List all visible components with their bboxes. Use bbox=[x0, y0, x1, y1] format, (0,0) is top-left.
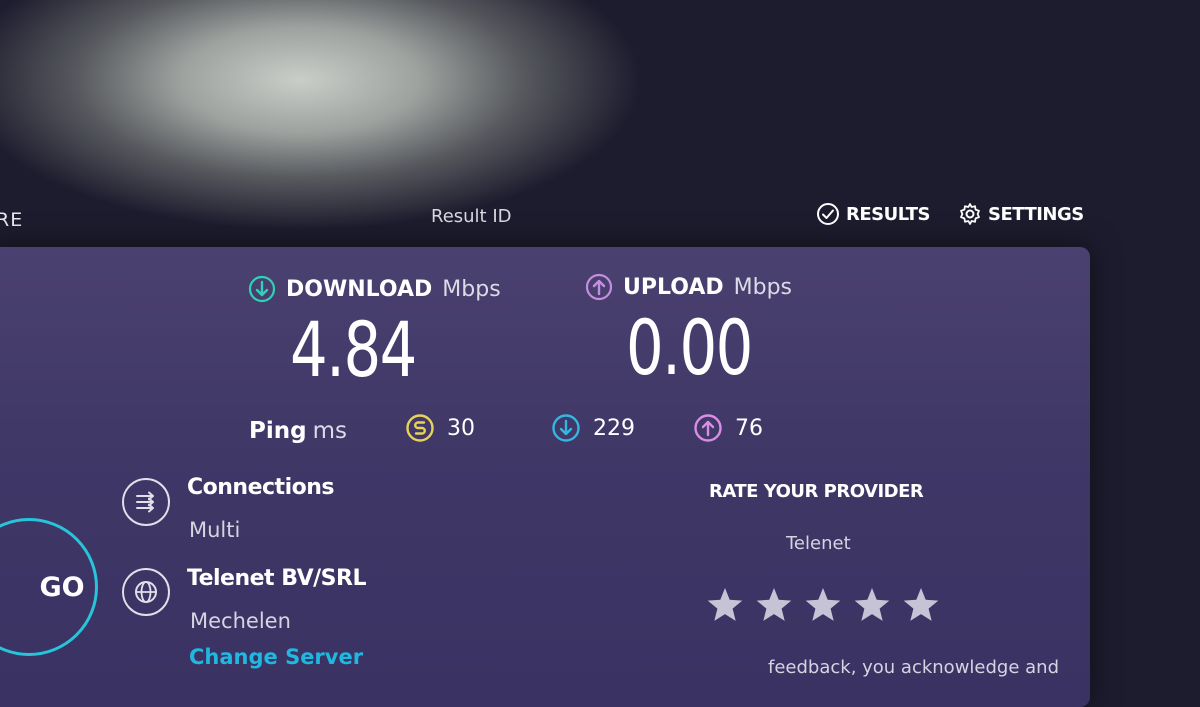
server-location: Mechelen bbox=[190, 609, 291, 633]
settings-label: SETTINGS bbox=[988, 203, 1084, 225]
ping-idle: 30 bbox=[405, 413, 475, 443]
connections-icon[interactable] bbox=[122, 478, 170, 526]
ping-unit: ms bbox=[312, 418, 347, 444]
results-button[interactable]: RESULTS bbox=[816, 202, 930, 226]
change-server-link[interactable]: Change Server bbox=[189, 645, 363, 669]
server-host: Telenet BV/SRL bbox=[187, 566, 366, 591]
rate-provider-name: Telenet bbox=[786, 533, 851, 554]
ping-upload: 76 bbox=[693, 413, 763, 443]
check-circle-icon bbox=[817, 203, 839, 225]
download-label: DOWNLOAD bbox=[286, 276, 433, 302]
upload-header: UPLOAD Mbps bbox=[585, 273, 792, 301]
download-speed-value: 4.84 bbox=[290, 305, 417, 394]
upload-unit: Mbps bbox=[733, 274, 792, 300]
ping-download-value: 229 bbox=[593, 415, 635, 441]
download-unit: Mbps bbox=[442, 276, 501, 302]
connections-value: Multi bbox=[189, 518, 241, 542]
results-label: RESULTS bbox=[846, 203, 930, 225]
star-icon[interactable] bbox=[754, 585, 794, 625]
download-ping-icon bbox=[552, 414, 580, 442]
star-icon[interactable] bbox=[705, 585, 745, 625]
globe-lines-icon bbox=[135, 581, 157, 603]
upload-arrow-icon bbox=[585, 273, 613, 301]
upload-label: UPLOAD bbox=[623, 274, 724, 300]
idle-ping-icon bbox=[406, 414, 434, 442]
ping-label-group: Ping ms bbox=[249, 418, 347, 444]
results-panel bbox=[0, 247, 1090, 707]
top-navigation: RE Result ID RESULTS SETTINGS bbox=[0, 195, 1200, 235]
ping-row: Ping ms 30 229 76 bbox=[0, 410, 900, 450]
rate-provider-title: RATE YOUR PROVIDER bbox=[709, 481, 924, 502]
result-id-label: Result ID bbox=[431, 206, 512, 227]
settings-button[interactable]: SETTINGS bbox=[958, 202, 1084, 226]
ping-upload-value: 76 bbox=[735, 415, 763, 441]
star-rating bbox=[705, 585, 941, 625]
ping-download: 229 bbox=[551, 413, 635, 443]
connections-arrows-icon bbox=[136, 491, 154, 513]
star-icon[interactable] bbox=[852, 585, 892, 625]
ping-idle-value: 30 bbox=[447, 415, 475, 441]
star-icon[interactable] bbox=[803, 585, 843, 625]
globe-icon bbox=[122, 568, 170, 616]
upload-ping-icon bbox=[694, 414, 722, 442]
nav-left-item[interactable]: RE bbox=[0, 209, 23, 231]
download-arrow-icon bbox=[248, 275, 276, 303]
upload-speed-value: 0.00 bbox=[626, 303, 753, 392]
download-header: DOWNLOAD Mbps bbox=[248, 275, 501, 303]
gear-icon bbox=[960, 203, 980, 225]
connections-title: Connections bbox=[187, 475, 334, 500]
go-label: GO bbox=[39, 571, 85, 603]
star-icon[interactable] bbox=[901, 585, 941, 625]
ping-label: Ping bbox=[249, 418, 307, 444]
